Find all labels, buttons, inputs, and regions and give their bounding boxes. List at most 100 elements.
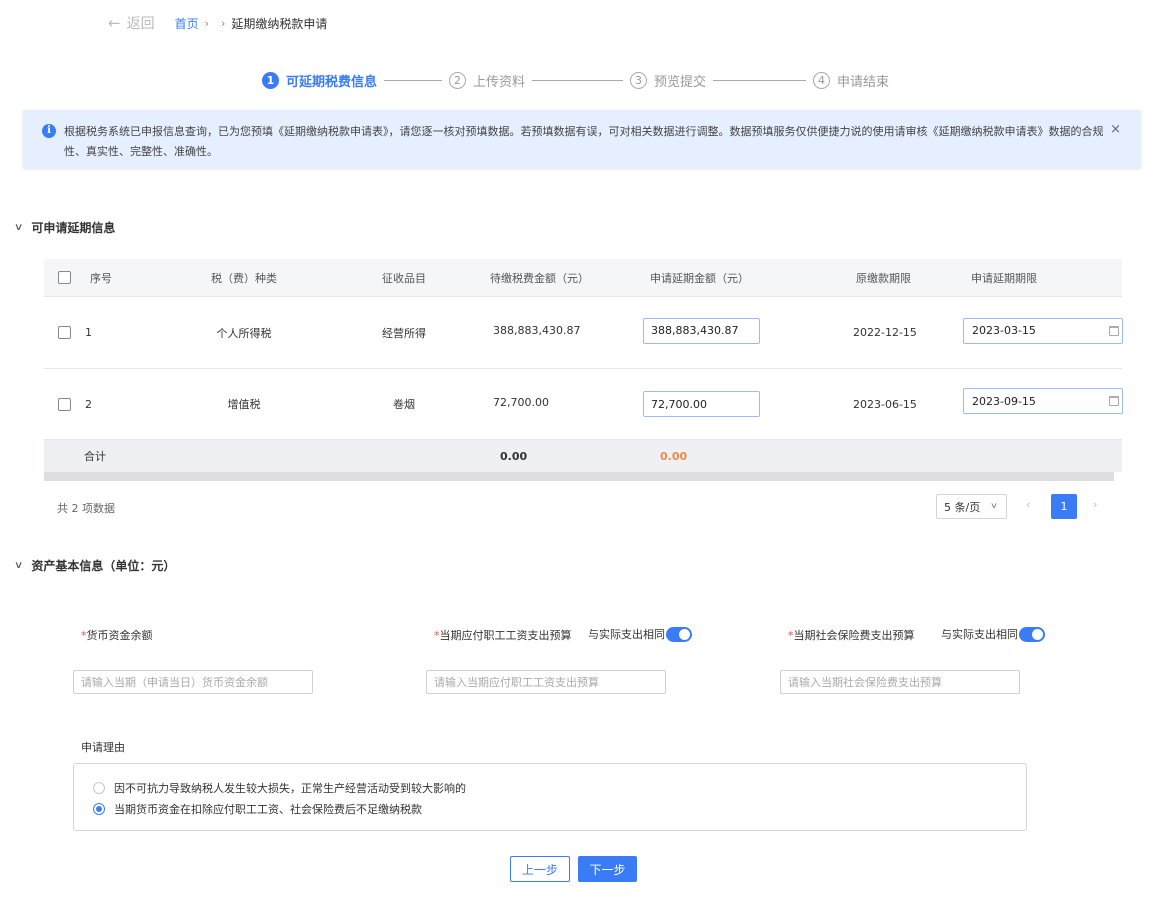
info-alert: i 根据税务系统已申报信息查询，已为您预填《延期缴纳税款申请表》，请您逐一核对预… (23, 110, 1141, 168)
prev-step-button[interactable]: 上一步 (510, 856, 570, 882)
breadcrumb-home-link[interactable]: 首页 (175, 15, 199, 32)
label-text: 当期应付职工工资支出预算 (439, 629, 572, 642)
radio-button[interactable] (93, 803, 105, 815)
header-apply-deadline: 申请延期期限 (971, 271, 1037, 285)
header-index: 序号 (90, 271, 112, 285)
row-index: 2 (85, 397, 92, 411)
radio-button[interactable] (93, 782, 105, 794)
wage-same-switch-group: 与实际支出相同 (588, 626, 692, 642)
insurance-budget-input[interactable]: 请输入当期社会保险费支出预算 (780, 670, 1020, 694)
step-label: 可延期税费信息 (286, 74, 378, 90)
header-item: 征收品目 (382, 271, 426, 285)
toggle-knob (679, 628, 690, 640)
section-header-deferral[interactable]: ∨ 可申请延期信息 (14, 219, 116, 236)
radio-label: 因不可抗力导致纳税人发生较大损失，正常生产经营活动受到较大影响的 (114, 782, 466, 795)
reason-radio-group: 因不可抗力导致纳税人发生较大损失，正常生产经营活动受到较大影响的 当期货币资金在… (73, 763, 1027, 831)
reason-label: 申请理由 (81, 741, 125, 754)
toggle-knob (1032, 628, 1043, 640)
chevron-right-icon: › (204, 16, 209, 30)
wage-budget-label: *当期应付职工工资支出预算 (434, 627, 572, 643)
section-header-assets[interactable]: ∨ 资产基本信息（单位：元） (14, 557, 176, 574)
row-tax-type: 增值税 (227, 398, 261, 411)
wage-budget-input[interactable]: 请输入当期应付职工工资支出预算 (426, 670, 666, 694)
section-title: 可申请延期信息 (31, 221, 116, 235)
close-icon[interactable]: × (1110, 122, 1121, 137)
row-select-cell (58, 297, 71, 368)
row-select-cell (58, 369, 71, 439)
back-button[interactable]: ← 返回 (108, 13, 155, 33)
table-horizontal-scrollbar[interactable] (44, 472, 1114, 481)
page-size-select[interactable]: 5 条/页 ∨ (936, 494, 1007, 519)
step-number: 2 (449, 71, 467, 89)
header-tax-type: 税（费）种类 (211, 271, 277, 285)
apply-amount-input[interactable]: 72,700.00 (643, 391, 760, 417)
row-index: 1 (85, 326, 92, 339)
reason-option-1[interactable]: 因不可抗力导致纳税人发生较大损失，正常生产经营活动受到较大影响的 (93, 780, 466, 796)
chevron-down-icon: ∨ (989, 501, 999, 510)
alert-text: 根据税务系统已申报信息查询，已为您预填《延期缴纳税款申请表》，请您逐一核对预填数… (64, 125, 1104, 158)
breadcrumb: ← 返回 首页 › › 延期缴纳税款申请 (108, 14, 327, 32)
progress-steps: 1 可延期税费信息 2 上传资料 3 预览提交 4 申请结束 (262, 70, 889, 90)
currency-balance-input[interactable]: 请输入当期（申请当日）货币资金余额 (73, 670, 313, 694)
insurance-same-switch-group: 与实际支出相同 (941, 626, 1045, 642)
switch-label: 与实际支出相同 (588, 628, 665, 641)
select-all-checkbox[interactable] (58, 271, 71, 284)
next-page-button[interactable]: › (1093, 498, 1097, 511)
section-title: 资产基本信息（单位：元） (31, 559, 176, 573)
row-apply-deadline-cell: 2023-03-15 (963, 295, 1123, 366)
step-connector (713, 79, 807, 81)
deferral-table: 序号 税（费）种类 征收品目 待缴税费金额（元） 申请延期金额（元） 原缴款期限… (44, 259, 1123, 481)
header-amount: 待缴税费金额（元） (490, 271, 589, 285)
label-text: 当期社会保险费支出预算 (793, 629, 915, 642)
apply-deadline-datepicker[interactable]: 2023-03-15 (963, 317, 1123, 344)
prev-page-button[interactable]: ‹ (1026, 498, 1030, 511)
page-number-button[interactable]: 1 (1051, 494, 1077, 519)
apply-amount-input[interactable]: 388,883,430.87 (643, 317, 760, 344)
step-label: 申请结束 (837, 74, 890, 90)
row-tax-type: 个人所得税 (216, 326, 272, 340)
row-checkbox[interactable] (58, 397, 71, 411)
step-number: 1 (262, 71, 279, 89)
summary-apply-amount: 0.00 (660, 449, 688, 463)
arrow-left-icon: ← (108, 14, 121, 32)
row-item: 经营所得 (382, 326, 426, 340)
date-value: 2023-03-15 (972, 324, 1036, 337)
table-row: 1 个人所得税 经营所得 388,883,430.87 388,883,430.… (44, 295, 1123, 369)
row-orig-deadline: 2022-12-15 (853, 326, 917, 339)
next-step-button[interactable]: 下一步 (578, 856, 637, 882)
row-amount: 72,700.00 (493, 395, 549, 409)
insurance-budget-label: *当期社会保险费支出预算 (788, 627, 915, 643)
radio-label: 当期货币资金在扣除应付职工工资、社会保险费后不足缴纳税款 (114, 803, 422, 816)
step-2: 2 上传资料 (449, 71, 525, 90)
row-apply-amount-cell: 388,883,430.87 (643, 295, 760, 366)
label-text: 货币资金余额 (86, 629, 153, 642)
total-count: 共 2 项数据 (57, 502, 115, 515)
row-amount: 388,883,430.87 (493, 324, 581, 337)
insurance-same-toggle[interactable] (1019, 626, 1045, 642)
header-orig-deadline: 原缴款期限 (856, 271, 911, 285)
row-orig-deadline: 2023-06-15 (853, 397, 917, 411)
date-value: 2023-09-15 (972, 394, 1036, 408)
header-apply-amount: 申请延期金额（元） (650, 271, 749, 285)
step-number: 3 (630, 71, 648, 89)
select-all-cell (58, 259, 71, 296)
step-4: 4 申请结束 (813, 71, 889, 90)
step-number: 4 (813, 71, 831, 89)
page-size-value: 5 条/页 (944, 500, 981, 514)
row-checkbox[interactable] (58, 326, 71, 339)
table-row: 2 增值税 卷烟 72,700.00 72,700.00 2023-06-15 … (44, 369, 1123, 440)
step-3: 3 预览提交 (630, 71, 706, 90)
step-connector (384, 79, 443, 81)
apply-deadline-datepicker[interactable]: 2023-09-15 (963, 388, 1123, 414)
table-summary-row: 合计 0.00 0.00 (44, 440, 1122, 472)
row-item: 卷烟 (393, 398, 415, 411)
calendar-icon (1109, 396, 1119, 406)
info-icon: i (42, 124, 56, 138)
reason-option-2[interactable]: 当期货币资金在扣除应付职工工资、社会保险费后不足缴纳税款 (93, 801, 422, 817)
switch-label: 与实际支出相同 (941, 628, 1018, 641)
step-1: 1 可延期税费信息 (262, 71, 377, 90)
breadcrumb-current: 延期缴纳税款申请 (231, 16, 328, 31)
back-label: 返回 (126, 16, 155, 32)
step-label: 预览提交 (654, 74, 707, 90)
wage-same-toggle[interactable] (666, 626, 692, 642)
